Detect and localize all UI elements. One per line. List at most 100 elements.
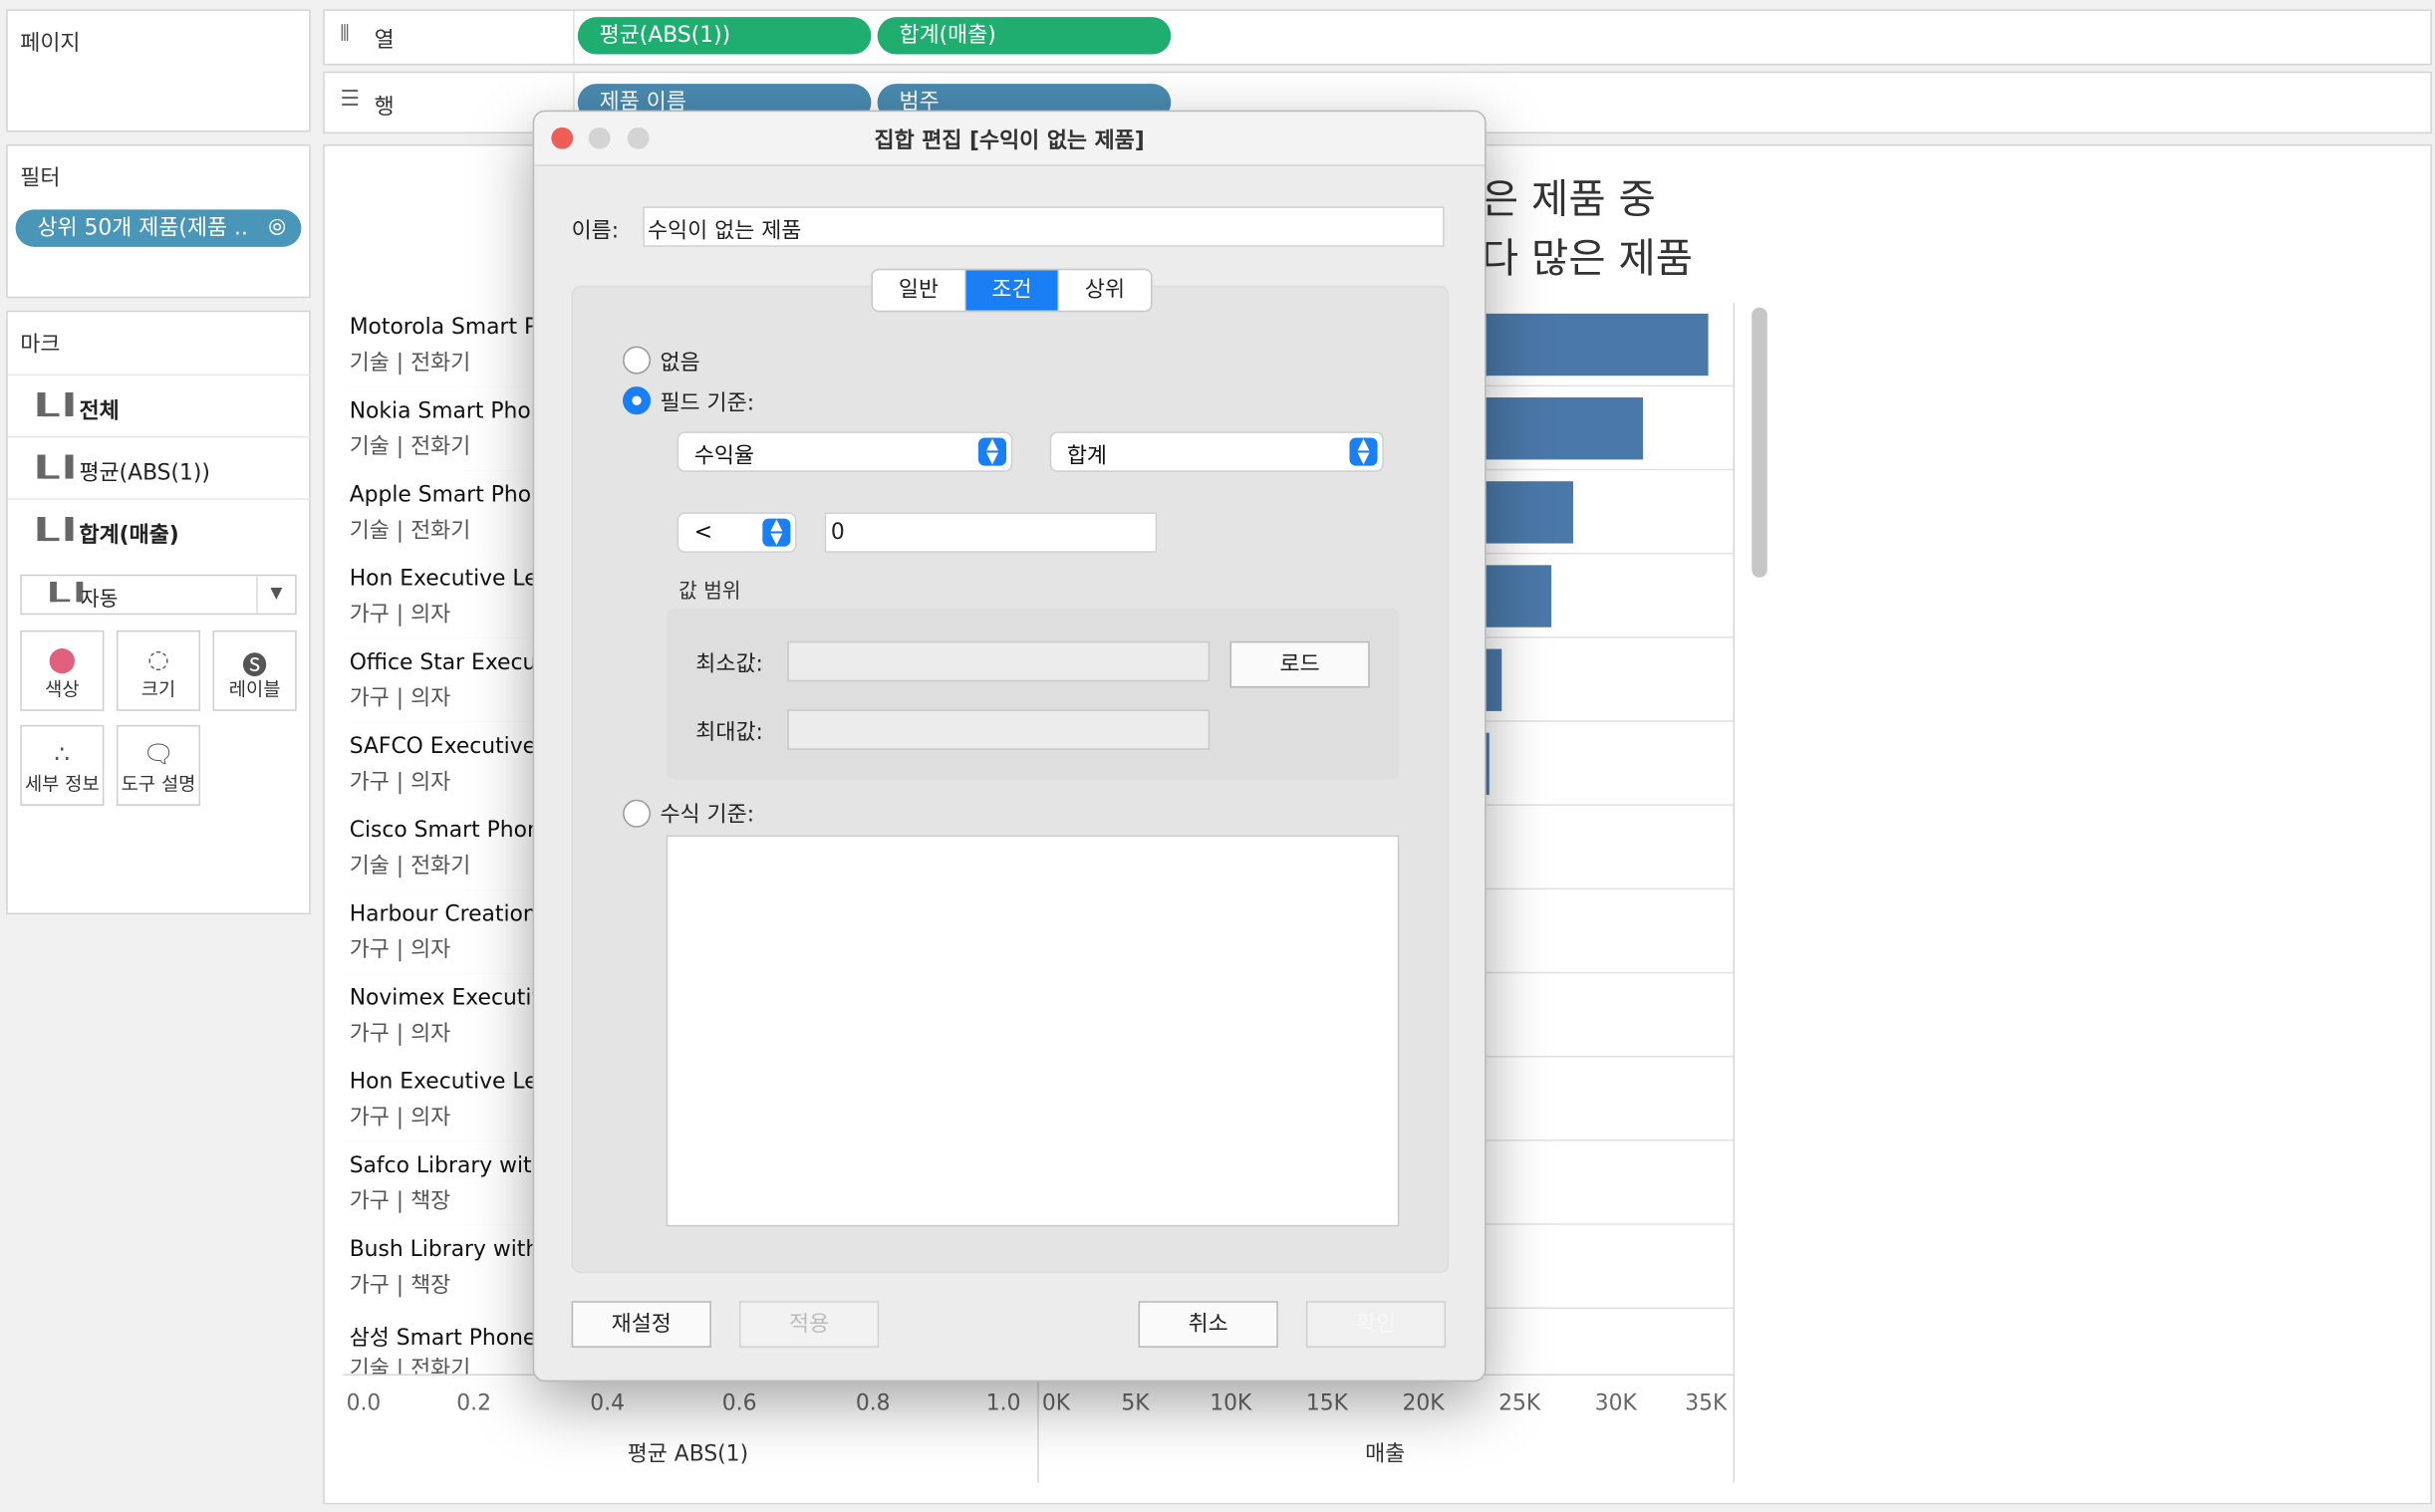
sales-axis-tick: 20K (1402, 1390, 1445, 1416)
sales-bar[interactable] (1485, 481, 1573, 544)
tab-condition[interactable]: 조건 (965, 270, 1060, 311)
detail-icon: ∴ (54, 738, 71, 769)
min-value-input[interactable] (787, 640, 1211, 682)
product-row[interactable]: Harbour Creations 가구 | 의자 (343, 889, 533, 975)
condition-value: 0 (830, 520, 845, 546)
radio-by-formula-label: 수식 기준: (660, 802, 755, 828)
text-label-icon: 🅢 (242, 650, 268, 680)
marks-row-label: 평균(ABS(1)) (79, 460, 210, 486)
product-row[interactable]: Safco Library with 가구 | 책장 (343, 1140, 533, 1227)
dialog-titlebar[interactable]: 집합 편집 [수익이 없는 제품] (534, 112, 1486, 166)
dialog-title: 집합 편집 [수익이 없는 제품] (874, 128, 1145, 154)
max-value-input[interactable] (787, 709, 1211, 750)
value-range-group (666, 609, 1400, 780)
sales-bar[interactable] (1485, 313, 1709, 377)
sales-axis-tick: 25K (1498, 1390, 1541, 1416)
field-select[interactable]: 수익율 ▲ ▼ (676, 431, 1013, 472)
marks-row-label: 합계(매출) (79, 523, 179, 549)
product-row[interactable]: Apple Smart Phone기술 | 전화기 (343, 470, 533, 557)
formula-textarea[interactable] (666, 835, 1400, 1227)
sales-axis-tick: 30K (1594, 1390, 1637, 1416)
set-link-icon: ⦾ (268, 215, 286, 241)
size-button[interactable]: ◌ 크기 (116, 630, 201, 711)
tab-general[interactable]: 일반 (873, 270, 966, 311)
chevron-down-icon: ▼ (256, 576, 295, 614)
product-row[interactable]: SAFCO Executive 가구 | 의자 (343, 721, 533, 808)
columns-pill-avg-abs[interactable]: 평균(ABS(1)) (577, 17, 872, 55)
filter-pill-top50[interactable]: 상위 50개 제품(제품 .. ⦾ (15, 209, 302, 247)
sales-axis-tick: 35K (1685, 1390, 1728, 1416)
operator-select-value: < (693, 520, 713, 546)
operator-select[interactable]: < ▲ ▼ (676, 512, 797, 553)
bar-chart-icon: ▐▁▐ (29, 456, 74, 480)
dialog-tab-bar: 일반 조건 상위 (871, 268, 1153, 313)
bar-chart-icon: ▐▁▐ (29, 393, 74, 418)
set-name-value: 수익이 없는 제품 (647, 218, 802, 244)
sales-axis-title: 매출 (1365, 1442, 1406, 1467)
radio-by-field[interactable] (623, 386, 652, 415)
abs-axis-tick: 0.4 (590, 1390, 626, 1416)
name-label: 이름: (571, 218, 620, 244)
cancel-button[interactable]: 취소 (1138, 1301, 1278, 1348)
pane-divider (1037, 1374, 1039, 1483)
rows-label: 행 (374, 95, 395, 121)
detail-label: 세부 정보 (24, 773, 100, 796)
chevron-updown-icon: ▲ ▼ (762, 518, 791, 547)
product-row[interactable]: Bush Library with 가구 | 책장 (343, 1224, 533, 1311)
color-icon: ⬤ (48, 643, 77, 674)
product-row[interactable]: Hon Executive Leather가구 | 의자 (343, 554, 533, 640)
aggregation-select[interactable]: 합계 ▲ ▼ (1049, 431, 1384, 472)
columns-label: 열 (374, 28, 395, 53)
marks-row-all[interactable]: ▐▁▐ 전체 (7, 374, 311, 438)
sales-axis-tick: 0K (1041, 1390, 1071, 1416)
rows-icon: ☰ (340, 87, 360, 113)
filters-panel: 필터 상위 50개 제품(제품 .. ⦾ (6, 143, 311, 299)
color-button[interactable]: ⬤ 색상 (20, 630, 105, 711)
sales-axis-gridline (1733, 302, 1736, 1483)
tab-top[interactable]: 상위 (1059, 270, 1151, 311)
tooltip-button[interactable]: 🗨 도구 설명 (116, 724, 201, 806)
label-button[interactable]: 🅢 레이블 (212, 630, 297, 711)
mark-type-dropdown[interactable]: ▐▁▐ 자동 ▼ (20, 574, 297, 616)
sales-bar[interactable] (1485, 397, 1643, 460)
radio-by-formula[interactable] (623, 799, 652, 828)
sales-bar[interactable] (1485, 565, 1552, 628)
pages-title: 페이지 (20, 31, 81, 57)
condition-value-input[interactable]: 0 (824, 512, 1158, 553)
product-row[interactable]: Office Star Executive가구 | 의자 (343, 637, 533, 724)
abs-axis-title: 평균 ABS(1) (627, 1442, 749, 1467)
detail-button[interactable]: ∴ 세부 정보 (20, 724, 105, 806)
max-label: 최대값: (695, 720, 763, 746)
abs-axis-tick: 0.8 (855, 1390, 891, 1416)
ok-button[interactable]: 확인 (1305, 1301, 1447, 1348)
marks-panel: 마크 ▐▁▐ 전체 ▐▁▐ 평균(ABS(1)) ▐▁▐ 합계(매출) ▐▁▐ … (6, 310, 311, 915)
apply-button[interactable]: 적용 (738, 1301, 880, 1348)
reset-button[interactable]: 재설정 (571, 1301, 711, 1348)
size-label: 크기 (140, 678, 176, 700)
chevron-updown-icon: ▲ ▼ (1349, 437, 1378, 466)
filter-pill-label: 상위 50개 제품(제품 .. (37, 215, 248, 241)
sales-bar[interactable] (1485, 648, 1501, 711)
tooltip-icon: 🗨 (142, 738, 174, 769)
marks-row-avg-abs[interactable]: ▐▁▐ 평균(ABS(1)) (7, 435, 311, 500)
product-row[interactable]: Hon Executive Leather가구 | 의자 (343, 1057, 533, 1143)
product-row[interactable]: 삼성 Smart Phone 기술 | 전화기 (343, 1308, 533, 1377)
product-row[interactable]: Novimex Executive가구 | 의자 (343, 973, 533, 1060)
aggregation-select-value: 합계 (1066, 443, 1107, 469)
product-row[interactable]: Nokia Smart Phone기술 | 전화기 (343, 386, 533, 472)
columns-pill-sum-sales[interactable]: 합계(매출) (877, 17, 1172, 55)
product-row[interactable]: Cisco Smart Phone기술 | 전화기 (343, 805, 533, 891)
chevron-updown-icon: ▲ ▼ (977, 437, 1007, 466)
columns-icon: ⫴ (340, 21, 350, 47)
radio-none[interactable] (623, 346, 652, 375)
abs-axis-tick: 0.2 (456, 1390, 491, 1416)
radio-none-label: 없음 (660, 351, 700, 377)
tooltip-label: 도구 설명 (121, 773, 196, 796)
vertical-scrollbar[interactable] (1752, 307, 1767, 578)
abs-axis-tick: 1.0 (985, 1390, 1021, 1416)
marks-row-sum-sales[interactable]: ▐▁▐ 합계(매출) (7, 498, 311, 562)
load-button[interactable]: 로드 (1229, 640, 1370, 688)
product-row[interactable]: Motorola Smart Phone기술 | 전화기 (343, 302, 533, 388)
set-name-input[interactable]: 수익이 없는 제품 (643, 206, 1445, 247)
bar-chart-icon: ▐▁▐ (43, 582, 84, 603)
